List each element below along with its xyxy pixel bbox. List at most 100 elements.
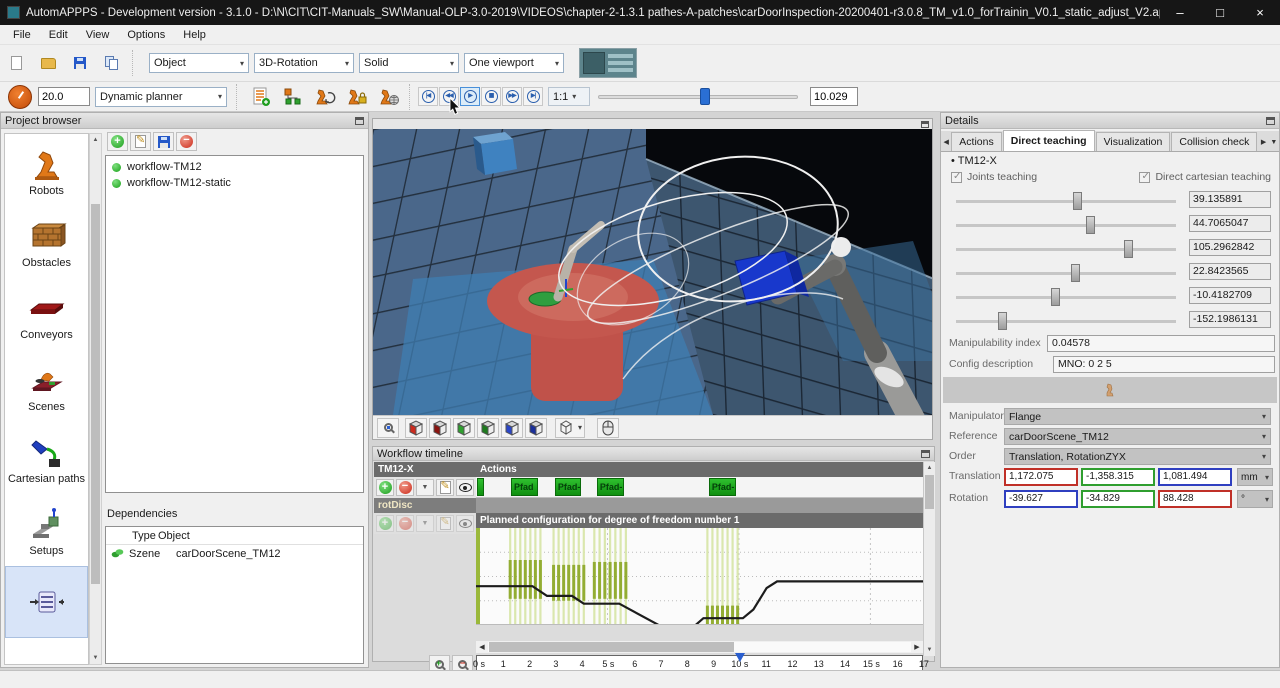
menu-item[interactable]: Options bbox=[118, 25, 174, 45]
track-menu-button[interactable]: ▼ bbox=[416, 479, 434, 496]
playhead-marker[interactable] bbox=[735, 653, 745, 662]
tab-direct-teaching[interactable]: Direct teaching bbox=[1003, 130, 1095, 151]
remove-workflow-button[interactable]: − bbox=[176, 132, 197, 151]
add-workflow-button[interactable]: + bbox=[107, 132, 128, 151]
view-orientation-button[interactable] bbox=[525, 418, 547, 438]
edit-track-button[interactable] bbox=[436, 479, 454, 496]
new-file-button[interactable] bbox=[3, 50, 29, 76]
viewport-layout-button[interactable] bbox=[579, 48, 637, 78]
action-block[interactable] bbox=[477, 478, 484, 496]
hscroll-thumb[interactable] bbox=[489, 642, 734, 652]
playback-ratio-dropdown[interactable]: 1:1▾ bbox=[548, 87, 590, 106]
category-item[interactable] bbox=[5, 566, 88, 638]
copy-button[interactable] bbox=[99, 50, 125, 76]
action-block[interactable]: Pfad- bbox=[597, 478, 624, 496]
robot-world-button[interactable] bbox=[376, 84, 402, 110]
track-name[interactable]: rotDisc bbox=[374, 498, 476, 513]
table-row[interactable]: Szene carDoorScene_TM12 bbox=[106, 545, 363, 563]
joint-value-field[interactable]: -152.1986131 bbox=[1189, 311, 1271, 328]
reference-dropdown[interactable]: carDoorScene_TM12▾ bbox=[1004, 428, 1271, 445]
toolbar-dropdown[interactable]: 3D-Rotation▾ bbox=[254, 53, 354, 73]
view-orientation-button[interactable] bbox=[477, 418, 499, 438]
tabs-menu-icon[interactable]: ▼ bbox=[1269, 133, 1279, 151]
sidebar-item-conveyors[interactable]: Conveyors bbox=[5, 278, 88, 350]
sidebar-item-cartesian-paths[interactable]: Cartesian paths bbox=[5, 422, 88, 494]
add-plan-button[interactable] bbox=[248, 84, 274, 110]
translation-value-field[interactable]: -1,358.315 bbox=[1081, 468, 1155, 486]
sidebar-item-scenes[interactable]: Scenes bbox=[5, 350, 88, 422]
sidebar-item-obstacles[interactable]: Obstacles bbox=[5, 206, 88, 278]
drag-handle-bar[interactable] bbox=[943, 377, 1277, 403]
toolbar-dropdown[interactable]: Solid▾ bbox=[359, 53, 459, 73]
window-control-button[interactable]: × bbox=[1240, 0, 1280, 25]
playback-play-button[interactable]: ▶ bbox=[460, 87, 480, 106]
joint-slider-track[interactable] bbox=[956, 296, 1176, 299]
maximize-panel-icon[interactable] bbox=[1266, 117, 1275, 125]
toolbar-dropdown[interactable]: One viewport▾ bbox=[464, 53, 564, 73]
save-workflow-button[interactable] bbox=[153, 132, 174, 151]
zoom-fit-button[interactable] bbox=[377, 418, 399, 438]
playback-skip-end-button[interactable]: ▶| bbox=[523, 87, 543, 106]
rotation-unit-dropdown[interactable]: °▾ bbox=[1237, 490, 1273, 508]
robot-lock-button[interactable] bbox=[344, 84, 370, 110]
menu-item[interactable]: Edit bbox=[40, 25, 77, 45]
joint-value-field[interactable]: 22.8423565 bbox=[1189, 263, 1271, 280]
checkbox[interactable] bbox=[951, 172, 962, 183]
maximize-panel-icon[interactable] bbox=[921, 121, 929, 128]
add-action-button[interactable]: + bbox=[376, 479, 394, 496]
action-block[interactable]: Pfad bbox=[511, 478, 538, 496]
toggle-visibility-button[interactable] bbox=[456, 479, 474, 496]
window-control-button[interactable]: □ bbox=[1200, 0, 1240, 25]
edit-workflow-button[interactable] bbox=[130, 132, 151, 151]
menu-item[interactable]: File bbox=[4, 25, 40, 45]
joint-value-field[interactable]: 105.2962842 bbox=[1189, 239, 1271, 256]
actions-track[interactable]: PfadPfad-Pfad-Pfad- bbox=[476, 477, 923, 498]
hscroll-track[interactable] bbox=[488, 642, 911, 652]
playback-pause-button[interactable]: ▮▮ bbox=[481, 87, 501, 106]
joint-slider-handle[interactable] bbox=[998, 312, 1007, 330]
scroll-down-icon[interactable]: ▼ bbox=[90, 652, 101, 664]
joint-value-field[interactable]: 44.7065047 bbox=[1189, 215, 1271, 232]
toolbar-dropdown[interactable]: Object▾ bbox=[149, 53, 249, 73]
joint-slider-track[interactable] bbox=[956, 320, 1176, 323]
playback-skip-start-button[interactable]: |◀ bbox=[418, 87, 438, 106]
scrollbar-thumb[interactable] bbox=[91, 204, 100, 584]
translation-value-field[interactable]: 1,172.075 bbox=[1004, 468, 1078, 486]
joint-slider-handle[interactable] bbox=[1073, 192, 1082, 210]
joint-value-field[interactable]: 39.135891 bbox=[1189, 191, 1271, 208]
slider-track[interactable] bbox=[598, 95, 798, 99]
joint-slider-track[interactable] bbox=[956, 200, 1176, 203]
view-orientation-button[interactable] bbox=[405, 418, 427, 438]
action-block[interactable]: Pfad- bbox=[555, 478, 581, 496]
view-orientation-button[interactable] bbox=[429, 418, 451, 438]
remove-action-button[interactable]: − bbox=[396, 479, 414, 496]
rotation-value-field[interactable]: -34.829 bbox=[1081, 490, 1155, 508]
joint-slider-handle[interactable] bbox=[1071, 264, 1080, 282]
iso-view-button[interactable]: ▾ bbox=[555, 418, 585, 438]
scroll-down-icon[interactable]: ▼ bbox=[924, 644, 935, 656]
speed-input[interactable] bbox=[38, 87, 90, 106]
joint-slider-track[interactable] bbox=[956, 272, 1176, 275]
open-file-button[interactable] bbox=[35, 50, 61, 76]
workflow-list-item[interactable]: workflow-TM12-static bbox=[106, 175, 363, 191]
view-orientation-button[interactable] bbox=[501, 418, 523, 438]
tab-visualization[interactable]: Visualization bbox=[1096, 132, 1171, 151]
playback-step-back-button[interactable]: ◀◀ bbox=[439, 87, 459, 106]
robot-replan-button[interactable] bbox=[312, 84, 338, 110]
maximize-panel-icon[interactable] bbox=[355, 117, 364, 125]
config-description-value[interactable]: MNO: 0 2 5 bbox=[1053, 356, 1275, 373]
checkbox-row[interactable]: Direct cartesian teaching bbox=[1139, 171, 1271, 183]
tabs-scroll-right-icon[interactable]: ▶ bbox=[1258, 133, 1268, 151]
order-dropdown[interactable]: Translation, RotationZYX▾ bbox=[1004, 448, 1271, 465]
scroll-up-icon[interactable]: ▲ bbox=[924, 462, 935, 474]
track-name[interactable]: TM12-X bbox=[374, 462, 476, 477]
workflow-list-item[interactable]: workflow-TM12 bbox=[106, 159, 363, 175]
tabs-scroll-left-icon[interactable]: ◀ bbox=[941, 133, 951, 151]
workflow-tree-button[interactable] bbox=[280, 84, 306, 110]
joint-slider-track[interactable] bbox=[956, 224, 1176, 227]
menu-item[interactable]: Help bbox=[174, 25, 215, 45]
checkbox-row[interactable]: Joints teaching bbox=[951, 171, 1037, 183]
scroll-right-icon[interactable]: ▶ bbox=[911, 643, 923, 651]
planner-dropdown[interactable]: Dynamic planner▾ bbox=[95, 87, 227, 107]
translation-unit-dropdown[interactable]: mm▾ bbox=[1237, 468, 1273, 486]
